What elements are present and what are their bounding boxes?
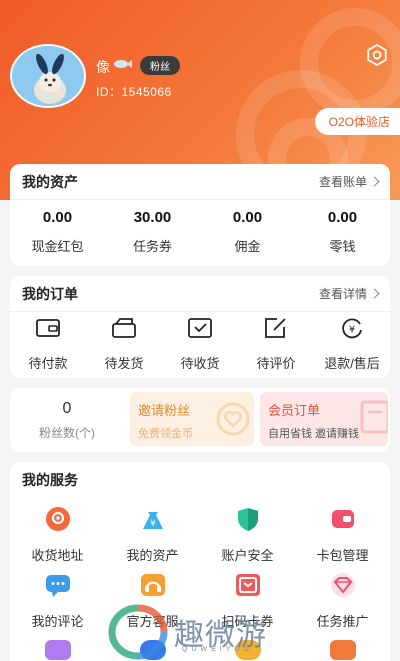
assets-card-header: 我的资产 查看账单 — [10, 164, 390, 200]
comment-icon — [45, 575, 70, 597]
o2o-store-button[interactable]: O2O体验店 — [314, 108, 400, 135]
chevron-right-icon — [369, 288, 380, 299]
avatar-image — [12, 46, 84, 106]
invite-fans-button[interactable]: 邀请粉丝 免费领金币 — [130, 392, 254, 446]
service-task-promotion[interactable]: 任务推广 — [295, 564, 390, 630]
user-id: ID：1545066 — [96, 85, 172, 99]
order-label: 待评价 — [256, 356, 296, 371]
fans-count-block[interactable]: 0 粉丝数(个) — [10, 388, 124, 452]
asset-change[interactable]: 0.00 零钱 — [295, 209, 390, 255]
order-pending-review[interactable]: 待评价 — [238, 316, 314, 372]
refund-icon: ¥ — [342, 318, 362, 339]
edit-icon — [265, 318, 286, 338]
svg-text:¥: ¥ — [150, 519, 156, 529]
asset-task-coupon[interactable]: 30.00 任务券 — [105, 209, 200, 255]
asset-value: 0.00 — [327, 209, 358, 226]
view-bill-link[interactable]: 查看账单 — [318, 173, 380, 190]
settings-icon[interactable] — [366, 44, 388, 66]
watermark-logo — [108, 604, 168, 660]
order-pending-shipment[interactable]: 待发货 — [86, 316, 162, 372]
heart-icon — [216, 402, 250, 436]
order-pending-payment[interactable]: 待付款 — [10, 316, 86, 372]
view-orders-link[interactable]: 查看详情 — [318, 285, 380, 302]
asset-label: 任务券 — [132, 239, 172, 254]
svg-text:¥: ¥ — [349, 325, 355, 336]
service-icon-partial[interactable] — [329, 640, 356, 660]
service-label: 我的评论 — [31, 614, 84, 629]
asset-cash-redpacket[interactable]: 0.00 现金红包 — [10, 209, 105, 255]
service-label: 卡包管理 — [316, 548, 369, 563]
view-orders-label: 查看详情 — [318, 287, 367, 301]
username: 像 — [96, 59, 110, 75]
service-account-security[interactable]: 账户安全 — [200, 498, 295, 564]
customer-service-icon — [140, 574, 165, 596]
service-assets[interactable]: ¥ 我的资产 — [105, 498, 200, 564]
service-label: 账户安全 — [221, 548, 274, 563]
wallet-icon — [36, 319, 60, 337]
coupon-icon — [235, 574, 260, 596]
order-label: 待发货 — [104, 356, 144, 371]
services-card-header: 我的服务 — [10, 462, 390, 498]
fish-icon — [114, 60, 132, 68]
view-bill-label: 查看账单 — [318, 175, 367, 189]
asset-label: 佣金 — [234, 239, 261, 254]
asset-value: 0.00 — [42, 209, 73, 226]
shield-icon — [237, 508, 258, 531]
service-label: 收货地址 — [31, 548, 84, 563]
asset-label: 零钱 — [329, 239, 356, 254]
package-open-icon — [112, 318, 136, 338]
service-label: 我的资产 — [126, 548, 179, 563]
order-label: 待付款 — [28, 356, 68, 371]
asset-value: 0.00 — [232, 209, 263, 226]
box-check-icon — [188, 318, 212, 338]
member-orders-button[interactable]: 会员订单 自用省钱 邀请赚钱 — [260, 392, 388, 446]
fans-count-label: 粉丝数(个) — [39, 426, 95, 440]
order-label: 退款/售后 — [324, 356, 380, 371]
service-card-wallet[interactable]: 卡包管理 — [295, 498, 390, 564]
chevron-right-icon — [369, 176, 380, 187]
orders-card-header: 我的订单 查看详情 — [10, 276, 390, 312]
service-label: 任务推广 — [316, 614, 369, 629]
fans-count: 0 — [62, 400, 72, 417]
money-bag-icon: ¥ — [142, 512, 163, 529]
service-address[interactable]: 收货地址 — [10, 498, 105, 564]
asset-value: 30.00 — [133, 209, 172, 226]
asset-commission[interactable]: 0.00 佣金 — [200, 209, 295, 255]
assets-card: 我的资产 查看账单 0.00 现金红包 30.00 任务券 0.00 佣金 0.… — [10, 164, 390, 266]
order-doc-icon — [360, 400, 388, 434]
orders-title: 我的订单 — [22, 285, 78, 302]
site-watermark: 趣微游 QUWEIYOU — [108, 604, 308, 660]
diamond-icon — [330, 573, 355, 597]
watermark-subtext: QUWEIYOU — [182, 646, 253, 653]
card-wallet-icon — [331, 510, 354, 528]
orders-card: 我的订单 查看详情 待付款 待发货 待收货 待评价 ¥ 退款/售后 — [10, 276, 390, 378]
order-pending-receipt[interactable]: 待收货 — [162, 316, 238, 372]
fans-badge: 粉丝 — [140, 56, 180, 75]
assets-title: 我的资产 — [22, 173, 78, 190]
order-label: 待收货 — [180, 356, 220, 371]
asset-label: 现金红包 — [31, 239, 84, 254]
location-icon — [45, 507, 70, 531]
order-refund-aftersale[interactable]: ¥ 退款/售后 — [314, 316, 390, 372]
service-icon-partial[interactable] — [44, 640, 71, 660]
fans-card: 0 粉丝数(个) 邀请粉丝 免费领金币 会员订单 自用省钱 邀请赚钱 — [10, 388, 390, 452]
avatar[interactable] — [10, 44, 86, 108]
services-title: 我的服务 — [22, 472, 78, 488]
service-my-comments[interactable]: 我的评论 — [10, 564, 105, 630]
